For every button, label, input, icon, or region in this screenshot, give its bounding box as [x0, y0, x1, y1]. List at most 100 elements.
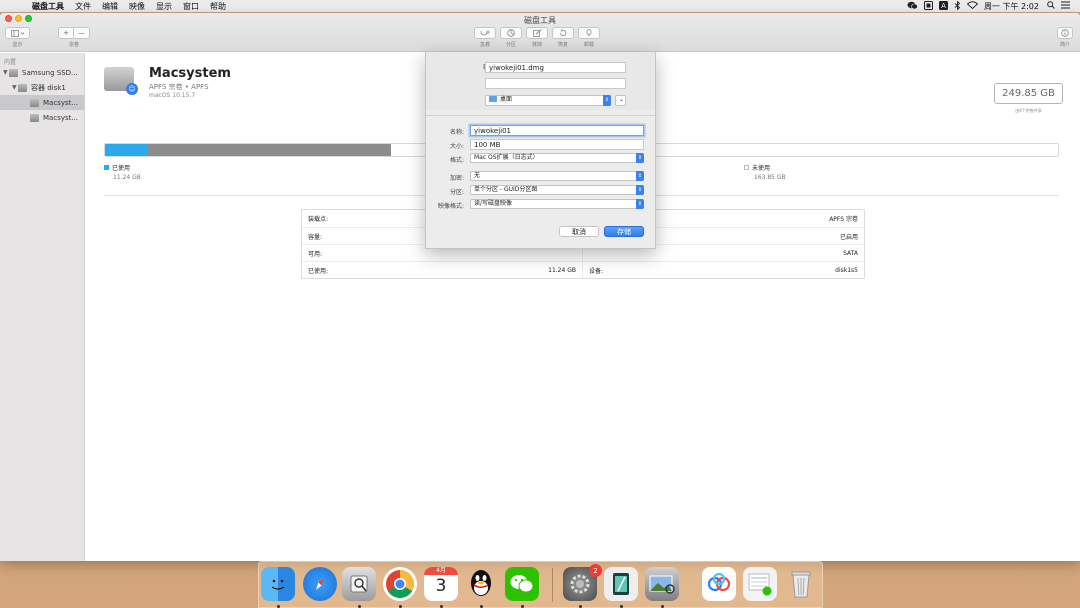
partitions-select[interactable]: 单个分区 - GUID分区图 ⇕ — [470, 185, 644, 195]
image-format-select[interactable]: 读/写磁盘映像 ⇕ — [470, 199, 644, 209]
window-toolbar: 磁盘工具 显示 + — 宗卷 急救 分区 抹掉 恢复 卸载 简介 — [0, 13, 1080, 52]
chrome-icon[interactable] — [383, 567, 417, 601]
wechat-icon[interactable] — [505, 567, 539, 601]
format-value: Mac OS扩展（日志式） — [474, 154, 539, 161]
legend-used-value: 11.24 GB — [113, 174, 141, 181]
tags-field[interactable] — [485, 78, 626, 89]
partition-group: 分区 — [500, 27, 522, 48]
info-value-connection: SATA — [843, 249, 858, 257]
input-source-icon[interactable] — [923, 0, 933, 12]
unmount-label: 卸载 — [583, 42, 594, 48]
volume-os-version: macOS 10.15.7 — [149, 92, 196, 99]
notification-badge: 2 — [589, 564, 602, 577]
spotlight-search-icon[interactable] — [1047, 1, 1055, 11]
remove-volume-button[interactable]: — — [74, 27, 90, 39]
trash-icon[interactable] — [784, 567, 818, 601]
legend-used: 已使用 — [104, 163, 130, 172]
location-select[interactable]: 桌面 ⇕ — [485, 95, 611, 106]
info-label-available: 可用: — [308, 250, 323, 258]
info-label-capacity: 容量: — [308, 233, 323, 241]
chevron-updown-icon: ⇕ — [603, 95, 611, 106]
dock: 4月 3 2 — [258, 561, 823, 608]
chevron-updown-icon: ⇕ — [636, 185, 644, 195]
stethoscope-icon — [480, 29, 490, 35]
menu-images[interactable]: 映像 — [129, 1, 145, 12]
cancel-button[interactable]: 取消 — [559, 226, 599, 237]
format-select[interactable]: Mac OS扩展（日志式） ⇕ — [470, 153, 644, 163]
sidebar: 内置 ▼ Samsung SSD... ▼ 容器 disk1 Macsyst..… — [0, 53, 85, 561]
wechat-status-icon[interactable] — [907, 1, 918, 12]
sidebar-item-macsystem-data[interactable]: Macsyst... — [0, 110, 84, 125]
legend-free: 未使用 — [744, 163, 770, 172]
sidebar-item-macsystem-selected[interactable]: Macsyst... — [0, 95, 84, 110]
unmount-button[interactable] — [578, 27, 600, 39]
first-aid-button[interactable] — [474, 27, 496, 39]
restore-icon — [560, 29, 567, 36]
qq-icon[interactable] — [464, 567, 498, 601]
menubar-clock[interactable]: 周一 下午 2:02 — [984, 1, 1039, 12]
wechat-file-icon[interactable] — [743, 567, 777, 601]
erase-group: 抹掉 — [526, 27, 548, 48]
volume-drive-icon: ☺ — [104, 67, 138, 95]
image-format-value: 读/写磁盘映像 — [474, 200, 513, 207]
menu-app-name[interactable]: 磁盘工具 — [32, 1, 64, 12]
image-capture-icon[interactable] — [645, 567, 679, 601]
info-icon — [1061, 29, 1069, 37]
volume-icon — [30, 98, 39, 107]
chevron-updown-icon: ⇕ — [636, 153, 644, 163]
expand-dialog-button[interactable]: ⌄ — [615, 95, 626, 106]
partition-label: 分区 — [505, 42, 516, 48]
eject-icon — [586, 29, 592, 37]
partition-button[interactable] — [500, 27, 522, 39]
wifi-icon[interactable] — [966, 1, 979, 11]
info-button[interactable] — [1057, 27, 1073, 39]
legend-free-value: 163.85 GB — [754, 174, 786, 181]
info-value-owners: 已启用 — [839, 233, 858, 241]
image-size-field[interactable] — [470, 139, 644, 150]
capacity-shared-label: 由4个宗卷共享 — [1015, 108, 1042, 113]
table-row: 已使用: 11.24 GB 设备: disk1s5 — [302, 261, 864, 278]
window-title: 磁盘工具 — [524, 16, 556, 25]
restore-button[interactable] — [552, 27, 574, 39]
image-name-field[interactable] — [470, 125, 644, 136]
keyboard-a-icon[interactable]: A — [938, 0, 948, 12]
info-label-used: 已使用: — [308, 267, 329, 275]
control-center-icon[interactable] — [1061, 1, 1070, 11]
safari-icon[interactable] — [303, 567, 337, 601]
preview-icon[interactable] — [342, 567, 376, 601]
save-button[interactable]: 存储 — [604, 226, 644, 237]
erase-button[interactable] — [526, 27, 548, 39]
add-volume-button[interactable]: + — [58, 27, 74, 39]
encryption-value: 无 — [474, 172, 481, 179]
location-value: 桌面 — [500, 96, 513, 103]
menu-file[interactable]: 文件 — [75, 1, 91, 12]
finder-icon[interactable] — [261, 567, 295, 601]
view-button[interactable] — [5, 27, 30, 39]
usage-bar-other — [147, 144, 391, 156]
container-disk-icon — [18, 83, 27, 92]
calendar-icon[interactable]: 4月 3 — [424, 567, 458, 601]
menu-view[interactable]: 显示 — [156, 1, 172, 12]
menu-edit[interactable]: 编辑 — [102, 1, 118, 12]
view-label: 显示 — [12, 42, 23, 48]
sidebar-item-label: Macsyst... — [43, 113, 79, 122]
notes-icon[interactable] — [604, 567, 638, 601]
menu-bar: 磁盘工具 文件 编辑 映像 显示 窗口 帮助 A 周一 下午 2:02 — [0, 0, 1080, 12]
sidebar-item-container-disk1[interactable]: ▼ 容器 disk1 — [0, 80, 84, 95]
info-label-mount: 装载点: — [308, 216, 329, 223]
encryption-select[interactable]: 无 ⇕ — [470, 171, 644, 181]
baidu-netdisk-icon[interactable] — [702, 567, 736, 601]
capacity-box: 249.85 GB — [994, 83, 1063, 104]
info-value-type: APFS 宗卷 — [829, 216, 858, 223]
partitions-label: 分区: — [449, 189, 464, 196]
disk-utility-window: 磁盘工具 显示 + — 宗卷 急救 分区 抹掉 恢复 卸载 简介 内置 ▼ Sa… — [0, 13, 1080, 561]
sidebar-item-samsung-ssd[interactable]: ▼ Samsung SSD... — [0, 65, 84, 80]
volume-group: + — 宗卷 — [58, 27, 90, 48]
finder-badge-icon: ☺ — [126, 83, 138, 95]
legend-used-label: 已使用 — [112, 165, 131, 172]
format-label: 格式: — [449, 157, 464, 164]
bluetooth-icon[interactable] — [954, 0, 961, 12]
menu-window[interactable]: 窗口 — [183, 1, 199, 12]
menu-help[interactable]: 帮助 — [210, 1, 226, 12]
save-as-field[interactable] — [485, 62, 626, 73]
